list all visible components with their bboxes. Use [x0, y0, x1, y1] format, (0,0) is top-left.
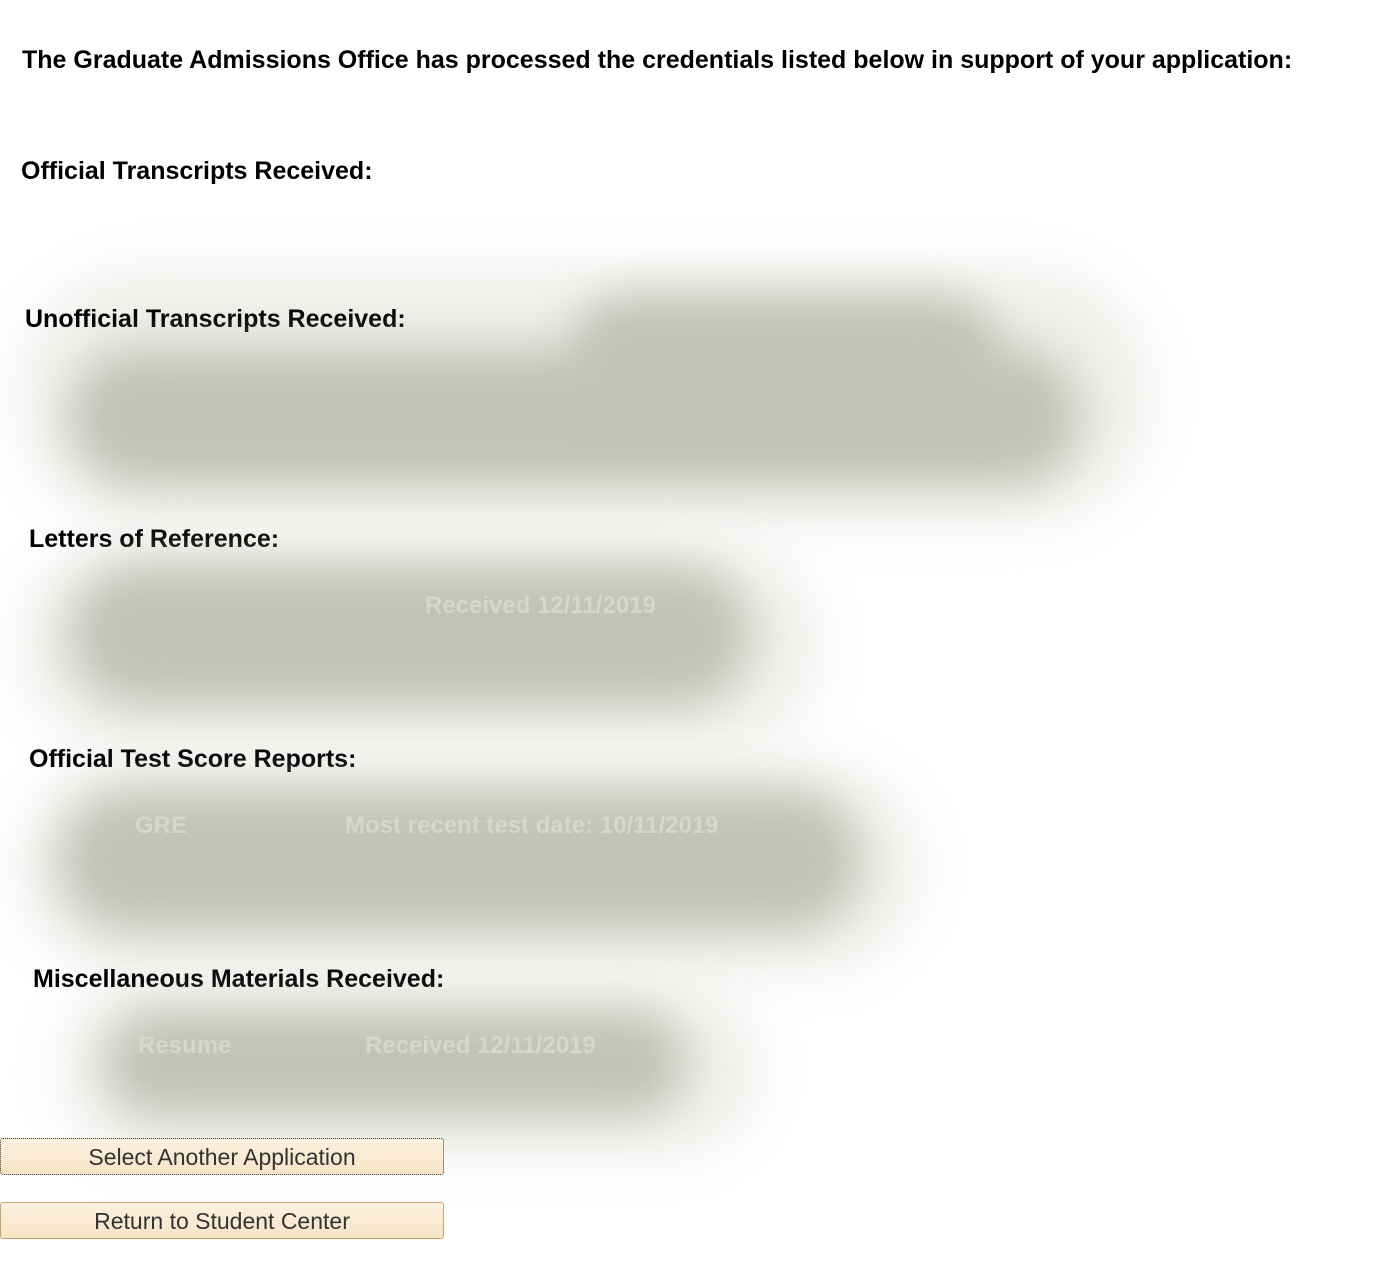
- faint-reference-text: Received 12/11/2019: [425, 592, 656, 619]
- select-another-application-button[interactable]: Select Another Application: [0, 1138, 444, 1175]
- faint-test-label: GRE: [135, 812, 188, 839]
- return-to-student-center-button[interactable]: Return to Student Center: [0, 1202, 444, 1239]
- letters-of-reference-heading: Letters of Reference:: [29, 525, 280, 553]
- redacted-letters-of-reference: [70, 565, 750, 705]
- faint-misc-label: Resume: [138, 1032, 232, 1059]
- redacted-misc-materials: [105, 1010, 685, 1115]
- redacted-unofficial-transcripts-extra: [570, 295, 1000, 415]
- faint-test-text: Most recent test date: 10/11/2019: [345, 812, 719, 839]
- unofficial-transcripts-heading: Unofficial Transcripts Received:: [25, 305, 406, 333]
- official-test-scores-heading: Official Test Score Reports:: [29, 745, 357, 773]
- redacted-test-scores: [60, 790, 860, 930]
- intro-text: The Graduate Admissions Office has proce…: [22, 46, 1293, 74]
- faint-misc-text: Received 12/11/2019: [365, 1032, 596, 1059]
- official-transcripts-heading: Official Transcripts Received:: [21, 157, 373, 185]
- credentials-page: The Graduate Admissions Office has proce…: [0, 0, 1399, 1269]
- misc-materials-heading: Miscellaneous Materials Received:: [33, 965, 445, 993]
